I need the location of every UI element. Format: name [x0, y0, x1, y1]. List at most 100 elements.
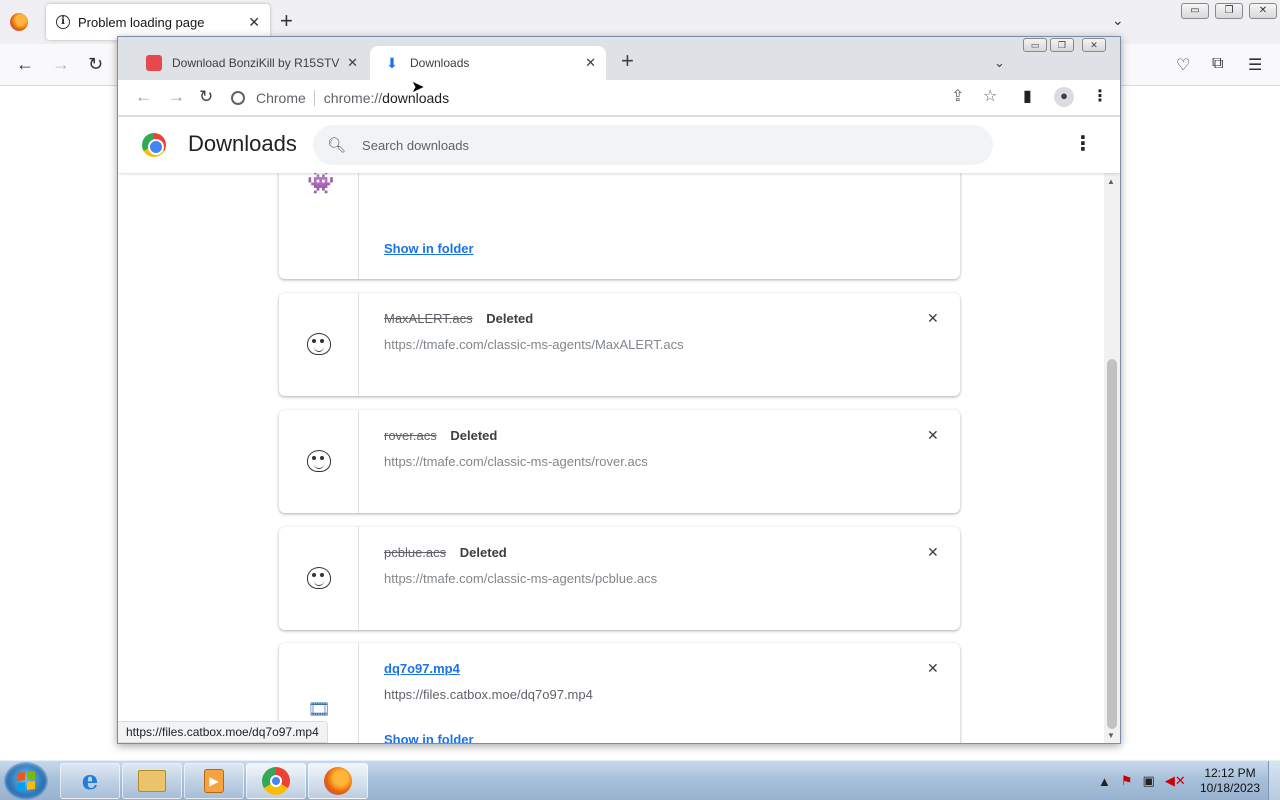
show-in-folder-link[interactable]: Show in folder — [384, 241, 474, 256]
omnibox[interactable]: Chrome chrome://downloads — [231, 85, 1011, 111]
chrome-close-button[interactable]: ✕ — [1082, 38, 1106, 52]
reload-icon[interactable]: ↻ — [199, 88, 213, 106]
file-name-link[interactable]: dq7o97.mp4 — [384, 661, 460, 676]
search-box[interactable]: 🔍︎ — [313, 125, 993, 165]
video-file-icon: 🎞︎ — [307, 699, 331, 719]
firefox-logo-icon[interactable] — [10, 13, 28, 31]
back-arrow-icon[interactable]: ← — [16, 54, 34, 75]
download-item: MaxALERT.acs Deleted https://tmafe.com/c… — [279, 293, 960, 396]
omnibox-scheme: chrome:// — [323, 90, 383, 106]
download-item: pcblue.acs Deleted https://tmafe.com/cla… — [279, 527, 960, 630]
downloads-header: Downloads 🔍︎ ⋮ — [118, 117, 1120, 173]
side-panel-icon[interactable]: ▮ — [1023, 88, 1032, 106]
remove-from-list-icon[interactable]: ✕ — [927, 310, 939, 327]
scroll-up-icon[interactable]: ▲ — [1107, 177, 1115, 186]
firefox-close-button[interactable]: ✕ — [1249, 3, 1277, 19]
show-hidden-icons-icon[interactable]: ▲ — [1098, 774, 1111, 789]
share-icon[interactable]: ⇪ — [951, 88, 964, 106]
hamburger-menu-icon[interactable]: ☰ — [1248, 55, 1262, 75]
media-player-icon[interactable]: ▶ — [184, 763, 244, 799]
clock-time: 12:12 PM — [1204, 766, 1256, 780]
close-tab-icon[interactable]: ✕ — [347, 55, 358, 71]
more-actions-icon[interactable]: ⋮ — [1073, 134, 1093, 154]
gamejolt-favicon-icon — [146, 55, 162, 71]
scroll-down-icon[interactable]: ▼ — [1107, 731, 1115, 740]
info-icon: i — [56, 15, 70, 29]
tab-title: Download BonziKill by R15STV - — [172, 56, 342, 70]
remove-from-list-icon[interactable]: ✕ — [927, 544, 939, 561]
agent-file-icon — [307, 333, 331, 357]
downloads-list: 👾 Show in folder MaxALERT.acs Deleted ht… — [118, 173, 1104, 743]
firefox-minimize-button[interactable]: ▭ — [1181, 3, 1209, 19]
file-url: https://tmafe.com/classic-ms-agents/pcbl… — [384, 571, 658, 586]
close-tab-icon[interactable]: ✕ — [585, 55, 596, 71]
chrome-toolbar: ← → ↻ Chrome chrome://downloads ⇪ ☆ ▮ ● … — [118, 80, 1120, 116]
action-center-flag-icon[interactable]: ⚑ — [1121, 773, 1133, 789]
volume-muted-icon[interactable]: ◀✕ — [1165, 773, 1186, 789]
extensions-icon[interactable]: ⧉ — [1212, 55, 1223, 73]
close-tab-icon[interactable]: ✕ — [248, 14, 260, 31]
download-item-partial: 👾 Show in folder — [279, 173, 960, 279]
chrome-minimize-button[interactable]: ▭ — [1023, 38, 1047, 52]
file-name: rover.acs — [384, 428, 437, 443]
profile-avatar-icon[interactable]: ● — [1054, 87, 1074, 107]
firefox-tab-title: Problem loading page — [78, 14, 205, 30]
firefox-restore-button[interactable]: ❐ — [1215, 3, 1243, 19]
forward-arrow-icon[interactable]: → — [52, 54, 70, 75]
network-icon[interactable]: ▣ — [1143, 773, 1155, 789]
mouse-cursor-icon: ➤ — [411, 79, 425, 96]
status-label: Deleted — [450, 428, 498, 443]
back-arrow-icon[interactable]: ← — [135, 88, 152, 106]
pocket-icon[interactable]: ♡ — [1176, 55, 1190, 75]
remove-from-list-icon[interactable]: ✕ — [927, 660, 939, 677]
status-label: Deleted — [486, 311, 534, 326]
chrome-site-icon — [231, 91, 245, 105]
tab-title: Downloads — [410, 56, 470, 70]
chrome-window: Download BonziKill by R15STV - ✕ ⬇ Downl… — [117, 36, 1121, 744]
new-tab-button[interactable]: + — [621, 50, 634, 72]
bonzi-file-icon: 👾 — [307, 173, 335, 195]
chrome-logo-icon — [142, 133, 166, 157]
windows-taskbar: e ▶ ▲ ⚑ ▣ ◀✕ 12:12 PM 10/18/2023 — [0, 760, 1280, 800]
status-label: Deleted — [459, 545, 507, 560]
firefox-taskbar-icon[interactable] — [308, 763, 368, 799]
reload-icon[interactable]: ↻ — [88, 54, 103, 75]
chrome-taskbar-icon[interactable] — [246, 763, 306, 799]
start-button[interactable] — [4, 762, 48, 800]
show-desktop-button[interactable] — [1268, 761, 1280, 800]
forward-arrow-icon[interactable]: → — [168, 88, 185, 106]
scrollbar[interactable]: ▲ ▼ — [1104, 173, 1120, 743]
bookmark-star-icon[interactable]: ☆ — [983, 88, 997, 106]
tab-downloads[interactable]: ⬇ Downloads ✕ — [370, 46, 606, 80]
search-icon: 🔍︎ — [327, 137, 347, 154]
file-explorer-icon[interactable] — [122, 763, 182, 799]
agent-file-icon — [307, 567, 331, 591]
link-status-bubble: https://files.catbox.moe/dq7o97.mp4 — [118, 721, 328, 743]
chrome-tab-strip: Download BonziKill by R15STV - ✕ ⬇ Downl… — [118, 37, 1120, 80]
page-title: Downloads — [188, 131, 297, 156]
search-input[interactable] — [362, 137, 923, 153]
file-url: https://tmafe.com/classic-ms-agents/MaxA… — [384, 337, 684, 352]
download-item: 🎞︎ dq7o97.mp4 https://files.catbox.moe/d… — [279, 643, 960, 743]
download-item: rover.acs Deleted https://tmafe.com/clas… — [279, 410, 960, 513]
clock[interactable]: 12:12 PM 10/18/2023 — [1196, 766, 1264, 796]
file-url: https://files.catbox.moe/dq7o97.mp4 — [384, 687, 593, 702]
file-name: pcblue.acs — [384, 545, 447, 560]
windows-logo-icon — [17, 771, 35, 791]
remove-from-list-icon[interactable]: ✕ — [927, 427, 939, 444]
download-favicon-icon: ⬇ — [386, 55, 398, 71]
tab-bonzikill[interactable]: Download BonziKill by R15STV - ✕ — [132, 46, 368, 80]
tab-search-icon[interactable]: ⌄ — [994, 55, 1005, 71]
firefox-list-tabs-icon[interactable]: ⌄ — [1112, 12, 1124, 29]
show-in-folder-link[interactable]: Show in folder — [384, 732, 474, 743]
internet-explorer-icon[interactable]: e — [60, 763, 120, 799]
firefox-new-tab-button[interactable]: + — [280, 10, 293, 32]
system-tray: ▲ ⚑ ▣ ◀✕ — [1098, 761, 1186, 800]
chrome-restore-button[interactable]: ❐ — [1050, 38, 1074, 52]
file-name: MaxALERT.acs — [384, 311, 473, 326]
firefox-tab-problem-loading[interactable]: i Problem loading page ✕ — [46, 4, 270, 40]
scrollbar-thumb[interactable] — [1107, 359, 1117, 729]
chrome-menu-icon[interactable]: ⋮ — [1092, 88, 1108, 106]
agent-file-icon — [307, 450, 331, 474]
file-url: https://tmafe.com/classic-ms-agents/rove… — [384, 454, 648, 469]
